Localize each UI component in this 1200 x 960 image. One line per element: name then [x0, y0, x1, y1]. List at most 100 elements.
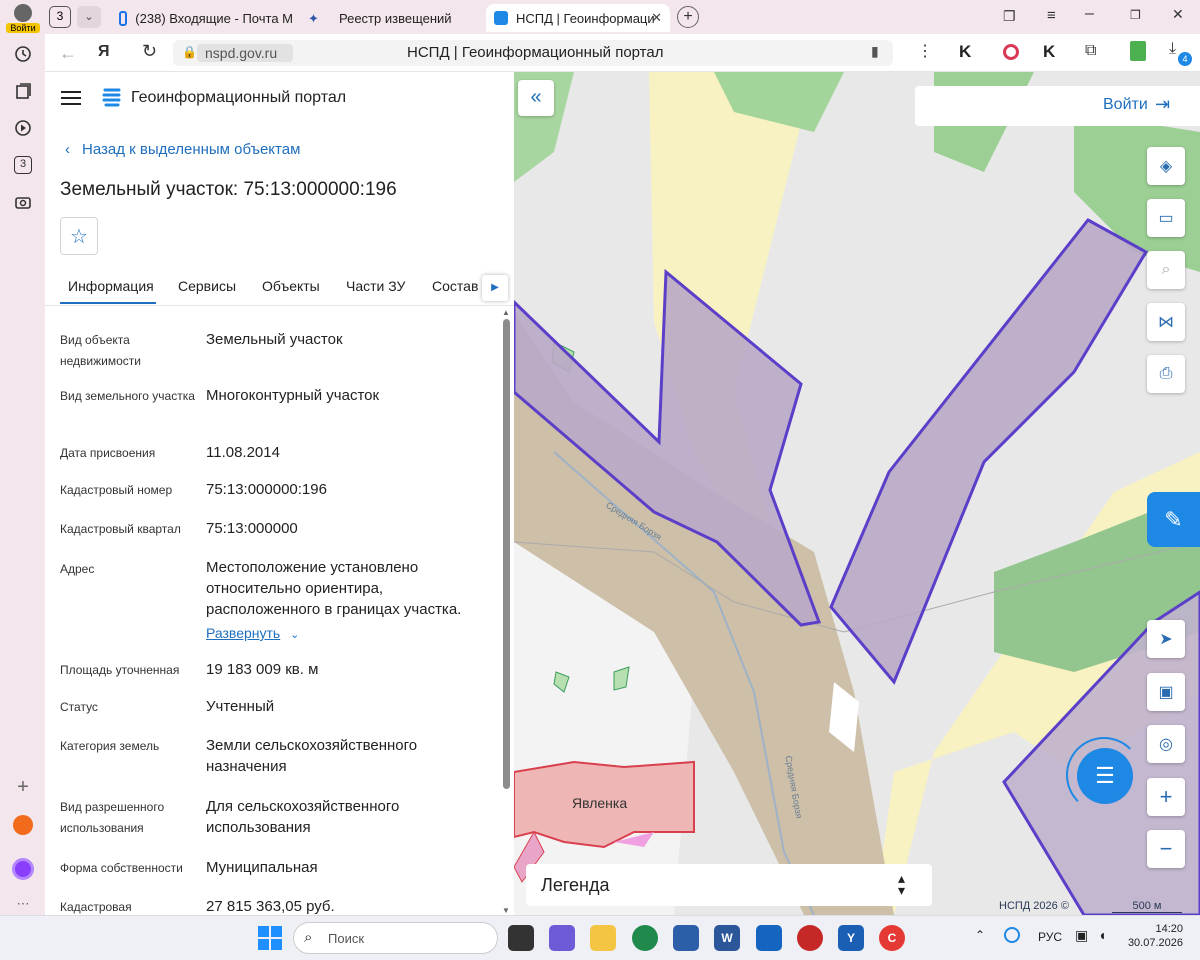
tab-registry[interactable]: ✦ Реестр извещений — [300, 4, 480, 32]
prop-value: Муниципальная — [206, 859, 318, 876]
navigation-arrow-icon: ➤ — [1159, 631, 1173, 648]
address-bar: ← Я ↻ 🔒 nspd.gov.ru НСПД | Геоинформацио… — [45, 34, 1200, 72]
prop-value: Для сельскохозяйственного использования — [206, 798, 400, 836]
alice-icon[interactable] — [9, 855, 37, 883]
bookmarks-icon[interactable]: ❐ — [1003, 8, 1016, 25]
collapse-panel-button[interactable]: « — [518, 80, 554, 116]
tray-chevron-icon[interactable]: ⌃ — [975, 928, 985, 942]
prop-value[interactable]: 75:13:000000:196 — [206, 479, 496, 500]
tabs-dropdown-chevron-icon[interactable]: ⌄ — [77, 6, 101, 28]
tab-nspd[interactable]: НСПД | Геоинформационный портал ✕ — [486, 4, 670, 32]
tab-mail[interactable]: (238) Входящие - Почта М — [111, 4, 293, 32]
app-icon[interactable] — [797, 925, 823, 951]
video-icon[interactable] — [9, 114, 37, 142]
zoom-out-button[interactable]: − — [1147, 830, 1185, 868]
print-icon: ⎙ — [1159, 365, 1173, 382]
portal-title: Геоинформационный портал — [131, 89, 347, 106]
favorite-button[interactable]: ☆ — [60, 217, 98, 255]
locate-button[interactable]: ◎ — [1147, 725, 1185, 763]
minimap-button[interactable]: ▣ — [1147, 673, 1185, 711]
prop-value: 27 815 363,05 руб. — [206, 898, 335, 915]
extension-circle-icon[interactable] — [1003, 44, 1019, 60]
store-icon[interactable] — [673, 925, 699, 951]
bookmark-icon[interactable]: ▮ — [871, 43, 879, 60]
tab-count-badge[interactable]: 3 — [49, 6, 71, 28]
url-field[interactable]: 🔒 nspd.gov.ru НСПД | Геоинформационный п… — [173, 40, 893, 66]
outlook-icon[interactable] — [756, 925, 782, 951]
mail-app-icon[interactable] — [9, 811, 37, 839]
ruler-icon: ▭ — [1158, 210, 1174, 227]
scrollbar-thumb[interactable] — [502, 319, 510, 789]
language-indicator[interactable]: РУС — [1038, 930, 1062, 944]
yandex-browser-icon[interactable]: Y — [838, 925, 864, 951]
file-explorer-icon[interactable] — [590, 925, 616, 951]
history-icon[interactable] — [9, 40, 37, 68]
app-c-icon[interactable]: C — [879, 925, 905, 951]
downloads-badge: 4 — [1178, 52, 1192, 66]
layers-button[interactable]: ◈ — [1147, 147, 1185, 185]
copilot-icon[interactable] — [549, 925, 575, 951]
login-icon: ⇥ — [1155, 94, 1171, 114]
profile-button[interactable]: Войти — [6, 4, 40, 34]
screenshot-icon[interactable] — [9, 188, 37, 216]
windows-start-icon[interactable] — [258, 926, 282, 950]
collections-icon[interactable] — [9, 77, 37, 105]
prop-value: 11.08.2014 — [206, 444, 280, 461]
prop-value[interactable]: 75:13:000000 — [206, 518, 496, 539]
edge-icon[interactable] — [632, 925, 658, 951]
panel-scrollbar[interactable]: ▲ ▼ — [501, 308, 511, 915]
share-button[interactable]: ⋈ — [1147, 303, 1185, 341]
tab-composition[interactable]: Состав — [432, 278, 478, 294]
word-icon[interactable]: W — [714, 925, 740, 951]
area-search-button[interactable]: ⌕ — [1147, 251, 1185, 289]
restore-button[interactable]: ❐ — [1130, 8, 1141, 22]
search-input[interactable]: ⌕ Поиск — [293, 922, 498, 954]
downloads-icon[interactable]: ⤓ — [1169, 40, 1176, 58]
geolocation-button[interactable]: ➤ — [1147, 620, 1185, 658]
add-panel-icon[interactable]: + — [9, 773, 37, 801]
hamburger-menu-icon[interactable] — [61, 89, 81, 105]
tab-objects[interactable]: Объекты — [262, 278, 320, 294]
sidebar-settings-icon[interactable]: ⋯ — [9, 890, 37, 918]
tabs-scroll-right-icon[interactable]: ▶ — [482, 275, 508, 301]
close-tab-icon[interactable]: ✕ — [651, 10, 662, 26]
clock[interactable]: 14:20 30.07.2026 — [1125, 922, 1183, 950]
more-options-icon[interactable]: ⋮ — [917, 41, 933, 61]
feedback-button[interactable]: ✎ — [1147, 492, 1200, 547]
tab-services[interactable]: Сервисы — [178, 278, 236, 294]
chat-icon: ☰ — [1095, 763, 1115, 788]
tab-info[interactable]: Информация — [68, 278, 154, 294]
tabs-counter-button[interactable]: 3 — [9, 151, 37, 179]
close-window-button[interactable]: ✕ — [1172, 6, 1184, 23]
tab-parts[interactable]: Части ЗУ — [346, 278, 405, 294]
portal-logo-icon — [102, 86, 122, 108]
volume-icon[interactable]: ◖ — [1098, 927, 1106, 943]
print-button[interactable]: ⎙ — [1147, 355, 1185, 393]
map-view[interactable]: Средняя Борзя Средняя Борзя Явленка « Во… — [514, 72, 1200, 915]
reload-icon[interactable]: ↻ — [142, 41, 157, 62]
task-view-icon[interactable] — [508, 925, 534, 951]
minimize-button[interactable]: – — [1085, 5, 1094, 23]
back-to-selected-link[interactable]: ‹ Назад к выделенным объектам — [65, 141, 300, 158]
legend-panel[interactable]: Легенда ▴ ▾ — [526, 864, 932, 906]
menu-icon[interactable]: ≡ — [1047, 7, 1056, 24]
prop-label: Вид земельного участка — [60, 389, 195, 403]
new-tab-button[interactable]: + — [677, 6, 699, 28]
clock-date: 30.07.2026 — [1127, 937, 1183, 949]
extension-puzzle-icon[interactable]: ⧉ — [1085, 42, 1096, 60]
tray-app-icon[interactable] — [1004, 927, 1020, 943]
network-icon[interactable]: ▣ — [1075, 927, 1088, 944]
chat-button[interactable]: ☰ — [1077, 748, 1133, 804]
ruler-button[interactable]: ▭ — [1147, 199, 1185, 237]
extension-k2-icon[interactable]: K — [1043, 42, 1055, 62]
layers-icon: ◈ — [1159, 158, 1173, 175]
back-arrow-icon[interactable]: ← — [59, 43, 77, 64]
tab-label: НСПД | Геоинформационный портал — [516, 10, 654, 26]
plus-icon: + — [1159, 784, 1173, 809]
yandex-icon[interactable]: Я — [98, 43, 110, 61]
extension-k-icon[interactable]: K — [959, 42, 971, 62]
zoom-in-button[interactable]: + — [1147, 778, 1185, 816]
expand-link[interactable]: Развернуть ⌄ — [206, 625, 299, 641]
extension-doc-icon[interactable] — [1130, 41, 1146, 61]
login-button[interactable]: Войти ⇥ — [915, 86, 1200, 126]
